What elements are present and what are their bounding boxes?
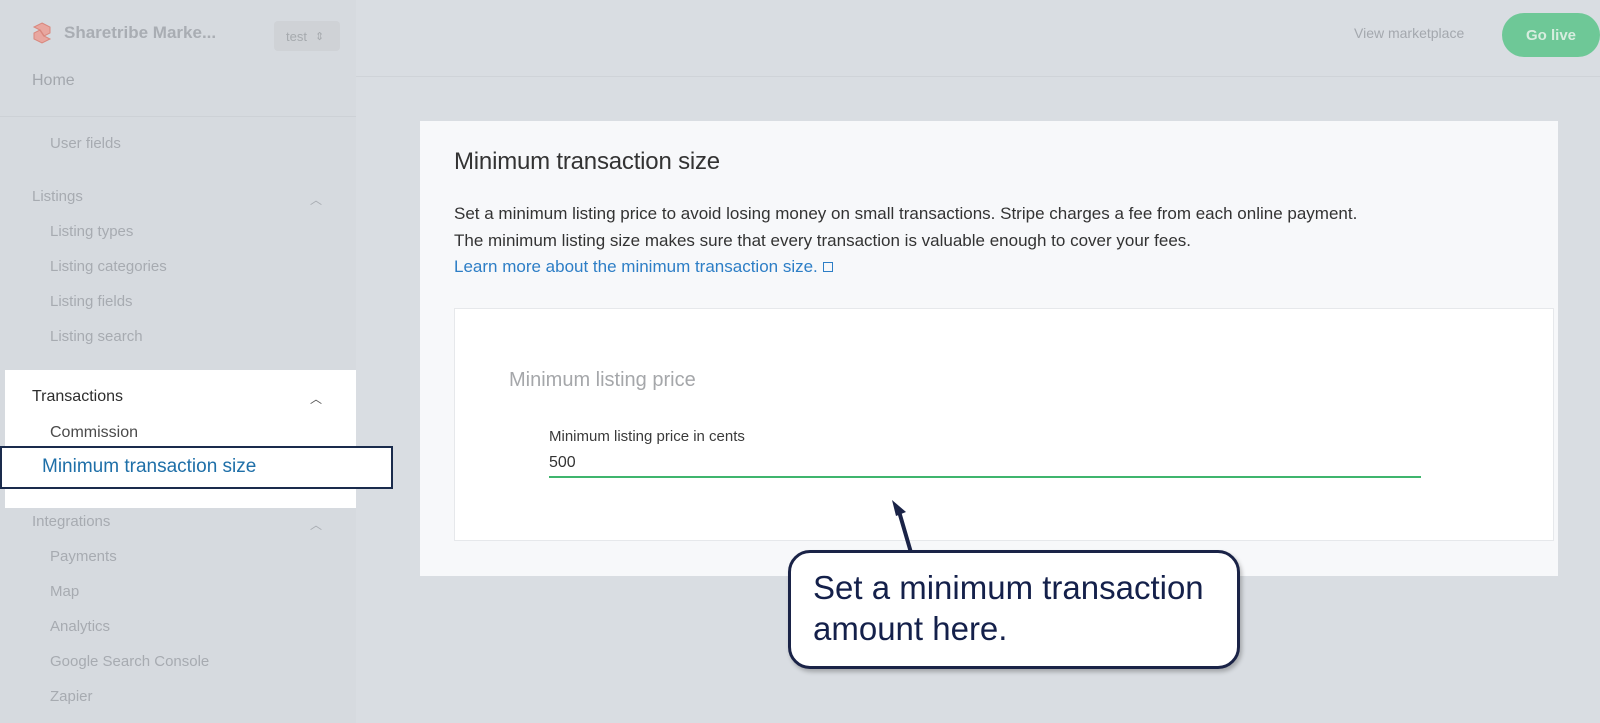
sidebar-item-listing-fields[interactable]: Listing fields xyxy=(50,293,133,310)
sidebar-item-zapier[interactable]: Zapier xyxy=(50,688,93,705)
view-marketplace-link[interactable]: View marketplace xyxy=(1354,25,1464,41)
sidebar-item-commission[interactable]: Commission xyxy=(50,424,138,442)
sidebar: Sharetribe Marke... test ⇕ Home User fie… xyxy=(0,0,356,723)
sidebar-item-map[interactable]: Map xyxy=(50,583,79,600)
chevron-up-icon[interactable]: ︿ xyxy=(310,516,322,533)
sidebar-item-home[interactable]: Home xyxy=(32,72,75,90)
main-card: Minimum transaction size Set a minimum l… xyxy=(420,121,1558,576)
sidebar-divider xyxy=(0,116,356,117)
sidebar-section-integrations[interactable]: Integrations xyxy=(32,513,110,530)
brand[interactable]: Sharetribe Marke... xyxy=(30,20,216,46)
page-description: Set a minimum listing price to avoid los… xyxy=(454,204,1358,250)
sidebar-section-listings[interactable]: Listings xyxy=(32,188,83,205)
minimum-price-input[interactable] xyxy=(549,450,1421,478)
chevron-up-icon[interactable]: ︿ xyxy=(310,390,322,407)
settings-panel: Minimum listing price Minimum listing pr… xyxy=(454,308,1554,541)
section-title: Minimum listing price xyxy=(509,369,696,391)
sidebar-item-listing-types[interactable]: Listing types xyxy=(50,223,133,240)
sidebar-item-google-search-console[interactable]: Google Search Console xyxy=(50,653,209,670)
external-link-icon xyxy=(822,262,833,272)
callout-arrow-icon xyxy=(892,500,914,557)
sidebar-section-transactions[interactable]: Transactions xyxy=(32,388,123,406)
page-title: Minimum transaction size xyxy=(454,148,720,175)
sidebar-item-minimum-transaction-size[interactable]: Minimum transaction size xyxy=(0,446,393,489)
sharetribe-logo-icon xyxy=(32,22,52,44)
topbar-divider xyxy=(356,76,1600,77)
environment-label: test xyxy=(286,28,307,44)
environment-select[interactable]: test ⇕ xyxy=(274,21,340,51)
chevron-up-icon[interactable]: ︿ xyxy=(310,191,322,208)
go-live-button[interactable]: Go live xyxy=(1502,13,1600,57)
sidebar-item-user-fields[interactable]: User fields xyxy=(50,135,121,152)
sidebar-item-listing-categories[interactable]: Listing categories xyxy=(50,258,167,275)
sidebar-item-listing-search[interactable]: Listing search xyxy=(50,328,143,345)
brand-name: Sharetribe Marke... xyxy=(64,23,217,42)
field-label: Minimum listing price in cents xyxy=(549,428,745,445)
learn-more-link[interactable]: Learn more about the minimum transaction… xyxy=(454,253,833,280)
sidebar-item-analytics[interactable]: Analytics xyxy=(50,618,110,635)
learn-more-label: Learn more about the minimum transaction… xyxy=(454,257,818,276)
sidebar-item-label: Minimum transaction size xyxy=(42,456,257,477)
callout-box: Set a minimum transaction amount here. xyxy=(788,550,1240,669)
updown-chevron-icon: ⇕ xyxy=(314,30,325,43)
callout-text: Set a minimum transaction amount here. xyxy=(813,569,1204,647)
sidebar-item-payments[interactable]: Payments xyxy=(50,548,117,565)
